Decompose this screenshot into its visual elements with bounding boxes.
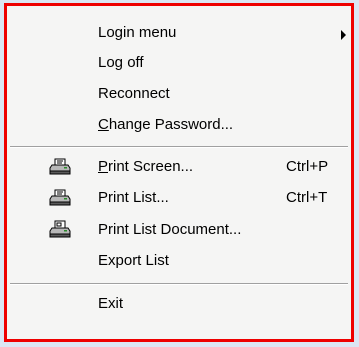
export-list-item[interactable]: Export List xyxy=(7,247,351,278)
log-off-item[interactable]: Log off xyxy=(7,49,351,80)
change-password-label: Change Password... xyxy=(98,116,233,134)
login-menu-label: Login menu xyxy=(98,24,177,41)
exit-label: Exit xyxy=(98,295,124,312)
change-password-label-rest: hange Password... xyxy=(108,116,234,133)
printer-icon xyxy=(49,157,71,177)
context-menu: Login menu Log off Reconnect Change Pass… xyxy=(4,3,354,342)
log-off-label: Log off xyxy=(98,54,144,71)
printer-icon xyxy=(49,188,71,208)
change-password-accelerator: C xyxy=(98,116,109,133)
print-list-shortcut: Ctrl+T xyxy=(286,189,328,206)
print-list-document-label: Print List Document... xyxy=(98,221,242,238)
export-list-label: Export List xyxy=(98,252,169,269)
menu-separator xyxy=(10,283,348,285)
print-screen-shortcut: Ctrl+P xyxy=(286,158,329,175)
reconnect-item[interactable]: Reconnect xyxy=(7,80,351,111)
print-screen-item[interactable]: Print Screen... Ctrl+P xyxy=(7,153,351,184)
print-screen-accelerator: P xyxy=(98,158,109,175)
menu-separator xyxy=(10,146,348,148)
exit-item[interactable]: Exit xyxy=(7,290,351,321)
change-password-item[interactable]: Change Password... xyxy=(7,111,351,142)
print-list-document-item[interactable]: Print List Document... xyxy=(7,216,351,247)
reconnect-label: Reconnect xyxy=(98,85,170,102)
print-screen-label-rest: rint Screen... xyxy=(108,158,194,175)
login-menu-item[interactable]: Login menu xyxy=(7,19,351,50)
print-list-item[interactable]: Print List... Ctrl+T xyxy=(7,184,351,215)
print-list-label: Print List... xyxy=(98,189,169,206)
printer-document-icon xyxy=(49,220,71,240)
print-screen-label: Print Screen... xyxy=(98,158,193,176)
submenu-arrow-icon xyxy=(341,30,346,40)
